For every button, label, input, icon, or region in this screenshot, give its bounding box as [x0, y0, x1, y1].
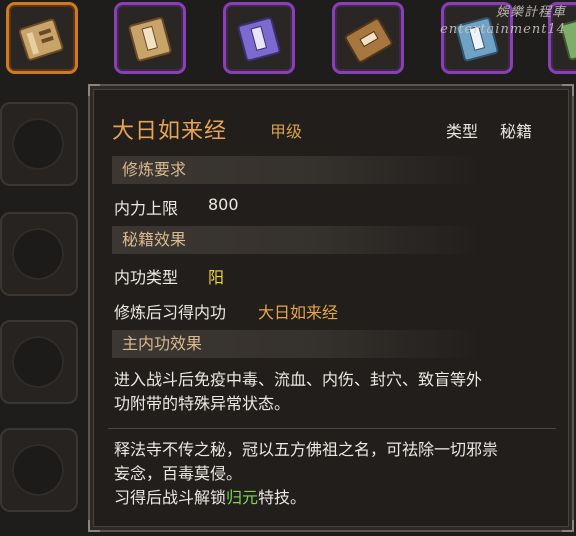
- item-description: 释法寺不传之秘，冠以五方佛祖之名，可祛除一切邪祟 妄念，百毒莫侵。 习得后战斗解…: [114, 438, 554, 510]
- inventory-slot-2[interactable]: [114, 2, 186, 74]
- inventory-slot-1[interactable]: [6, 2, 78, 74]
- learn-unlock-text: 习得后战斗解锁归元特技。: [114, 486, 554, 510]
- watermark: 娛樂計程車 entertainment14: [440, 4, 566, 38]
- item-type-value: 秘籍: [500, 122, 533, 141]
- inventory-slot-left-4[interactable]: [0, 428, 78, 512]
- corner-ornament: [562, 84, 574, 96]
- requirement-header: 修炼要求: [112, 156, 482, 184]
- main-effect-header: 主内功效果: [112, 330, 482, 358]
- learned-skill-label: 修炼后习得内功: [114, 303, 227, 322]
- item-title: 大日如来经: [112, 119, 228, 144]
- corner-ornament: [562, 520, 574, 532]
- description-line-2: 妄念，百毒莫侵。: [114, 464, 243, 483]
- inner-power-label: 内力上限: [114, 199, 179, 218]
- learn-suffix: 特技。: [258, 488, 307, 507]
- description-line-1: 释法寺不传之秘，冠以五方佛祖之名，可祛除一切邪祟: [114, 440, 499, 459]
- brown-book-icon: [344, 17, 393, 63]
- scroll-book-icon: [18, 18, 64, 61]
- inventory-slot-left-1[interactable]: [0, 102, 78, 186]
- main-effect-line-2: 功附带的特殊异常状态。: [114, 394, 291, 413]
- inner-power-value: 800: [208, 195, 239, 214]
- unlocked-skill-name: 归元: [226, 488, 259, 507]
- skill-type-label: 内功类型: [114, 268, 179, 287]
- item-type-label: 类型: [446, 122, 479, 141]
- learn-prefix: 习得后战斗解锁: [114, 488, 227, 507]
- watermark-line-1: 娛樂計程車: [495, 5, 566, 20]
- watermark-line-2: entertainment14: [440, 22, 566, 37]
- inventory-slot-3[interactable]: [223, 2, 295, 74]
- main-effect-line-1: 进入战斗后免疫中毒、流血、内伤、封穴、致盲等外: [114, 370, 483, 389]
- tan-book-icon: [128, 17, 172, 62]
- learned-skill-value: 大日如来经: [258, 303, 339, 322]
- corner-ornament: [88, 520, 100, 532]
- inventory-slot-4[interactable]: [332, 2, 404, 74]
- inventory-slot-left-3[interactable]: [0, 320, 78, 404]
- item-grade: 甲级: [270, 122, 303, 141]
- corner-ornament: [88, 84, 100, 96]
- purple-book-icon: [237, 17, 281, 62]
- main-effect-text: 进入战斗后免疫中毒、流血、内伤、封穴、致盲等外 功附带的特殊异常状态。: [114, 368, 554, 416]
- inventory-slot-left-2[interactable]: [0, 212, 78, 296]
- effect-header: 秘籍效果: [112, 226, 482, 254]
- divider: [108, 428, 556, 429]
- skill-type-value: 阳: [208, 268, 225, 287]
